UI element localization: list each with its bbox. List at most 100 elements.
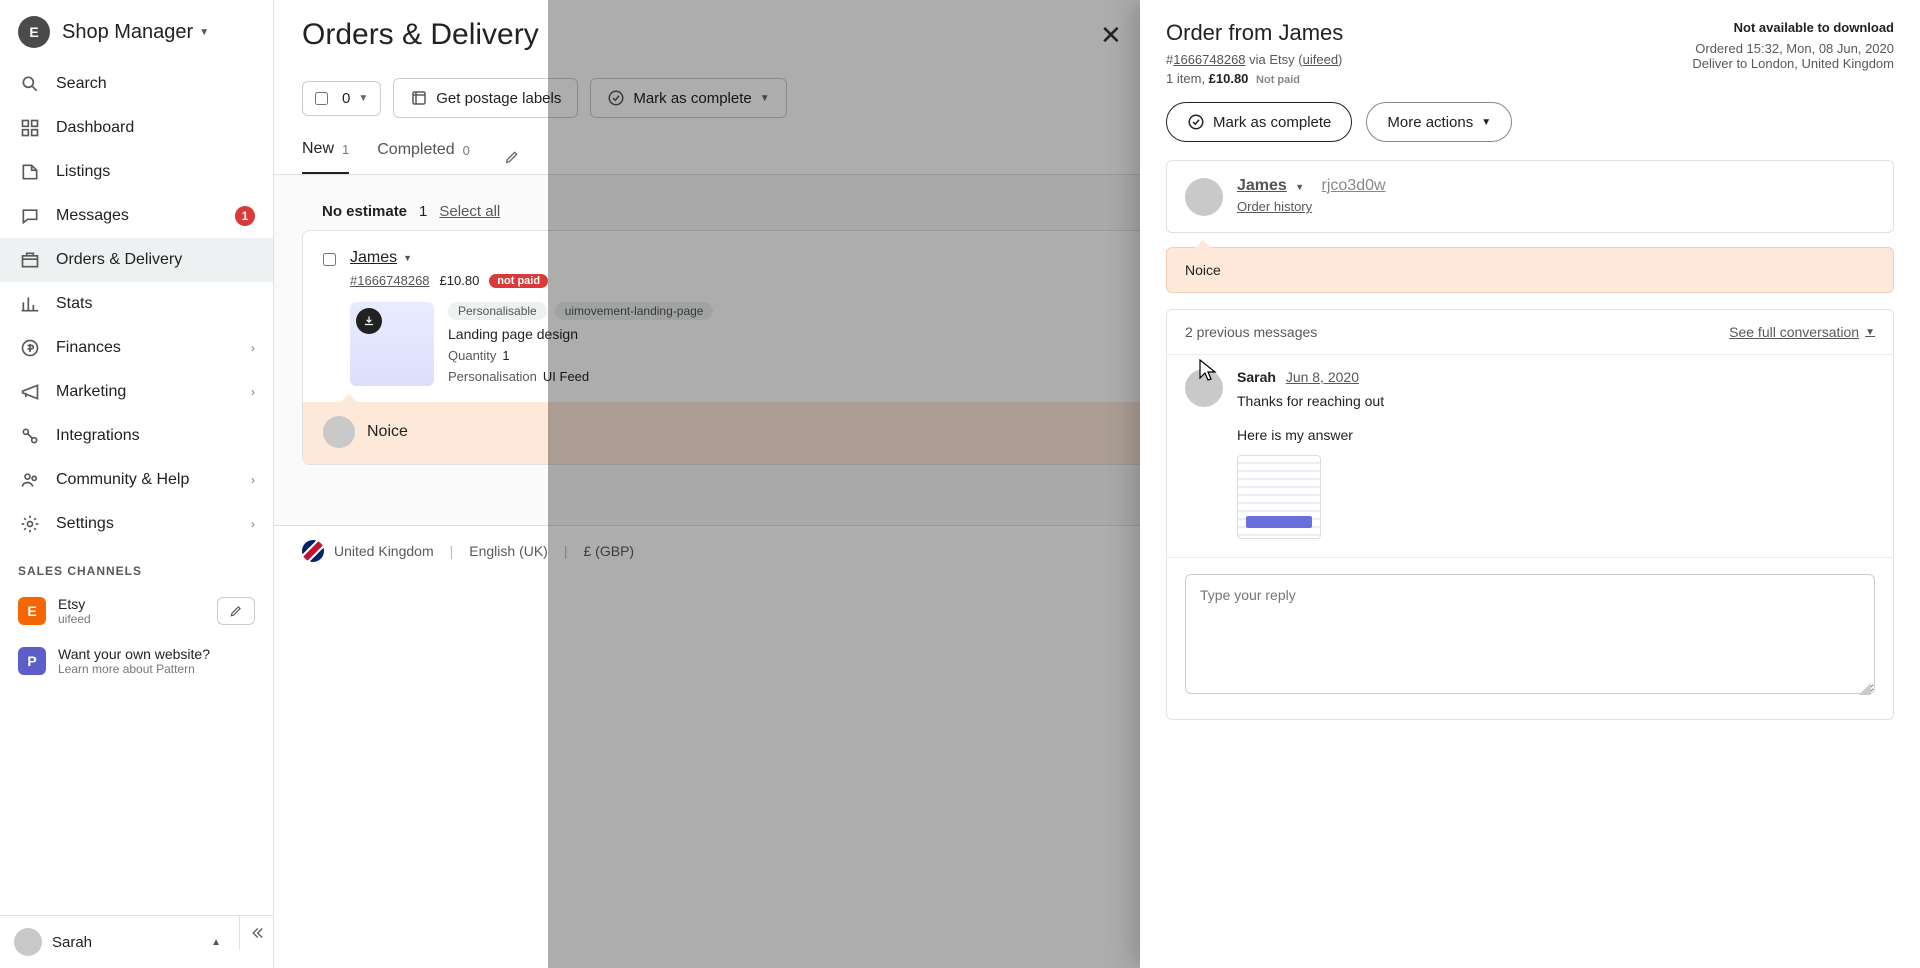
stats-icon [18, 292, 42, 316]
shop-link[interactable]: uifeed [1303, 52, 1338, 67]
sidebar-item-label: Community & Help [56, 471, 251, 489]
message-line-2: Here is my answer [1237, 427, 1875, 443]
sender-avatar [1185, 369, 1223, 407]
order-detail-drawer: ✕ Order from James #1666748268 via Etsy … [1140, 0, 1920, 968]
user-avatar [14, 928, 42, 956]
sidebar-item-finances[interactable]: Finances › [0, 326, 273, 370]
buyer-name-link[interactable]: James [1237, 177, 1287, 194]
sidebar: E Shop Manager ▼ Search Dashboard Listin… [0, 0, 274, 968]
close-drawer-button[interactable]: ✕ [1100, 20, 1128, 48]
sidebar-item-label: Dashboard [56, 119, 255, 137]
chevron-right-icon: › [251, 385, 255, 399]
chevron-up-icon: ▲ [211, 937, 221, 948]
message-line-1: Thanks for reaching out [1237, 393, 1875, 409]
item-thumbnail[interactable] [350, 302, 434, 386]
buyer-panel: James ▼ rjco3d0w Order history [1166, 160, 1894, 233]
tab-label: Completed [377, 141, 454, 159]
select-all-dropdown[interactable]: 0 ▼ [302, 81, 381, 116]
tab-completed[interactable]: Completed 0 [377, 141, 470, 173]
messages-icon [18, 204, 42, 228]
search-icon [18, 72, 42, 96]
buyer-avatar [323, 416, 355, 448]
sidebar-item-label: Messages [56, 207, 235, 225]
order-id-link[interactable]: 1666748268 [1173, 52, 1245, 67]
footer-region[interactable]: United Kingdom [334, 543, 434, 559]
sidebar-item-search[interactable]: Search [0, 62, 273, 106]
previous-messages-count: 2 previous messages [1185, 324, 1317, 340]
sender-name: Sarah [1237, 369, 1276, 385]
etsy-square-icon: E [18, 597, 46, 625]
channel-etsy[interactable]: E Etsy uifeed [0, 586, 273, 636]
edit-tabs-button[interactable] [504, 149, 520, 165]
sidebar-item-label: Integrations [56, 427, 255, 445]
link-label: See full conversation [1729, 324, 1859, 340]
via-text: via Etsy ( [1246, 52, 1303, 67]
buyer-avatar [1185, 178, 1223, 216]
pers-label: Personalisation [448, 369, 537, 384]
not-paid-text: Not paid [1256, 74, 1300, 86]
group-count: 1 [419, 203, 427, 220]
selected-count: 0 [342, 90, 350, 107]
resize-handle-icon[interactable] [1859, 683, 1871, 695]
button-label: Get postage labels [436, 90, 561, 107]
button-label: Mark as complete [1213, 114, 1331, 131]
footer-language[interactable]: English (UK) [469, 543, 548, 559]
sidebar-item-stats[interactable]: Stats [0, 282, 273, 326]
sidebar-item-listings[interactable]: Listings [0, 150, 273, 194]
channel-name: Etsy [58, 596, 91, 612]
tab-count: 1 [342, 142, 349, 157]
community-icon [18, 468, 42, 492]
chip-personalisable: Personalisable [448, 302, 547, 320]
collapse-sidebar-button[interactable] [239, 916, 273, 950]
buyer-handle-link[interactable]: rjco3d0w [1322, 177, 1386, 194]
sidebar-item-label: Search [56, 75, 255, 93]
chevron-down-icon: ▼ [403, 253, 412, 263]
orders-icon [18, 248, 42, 272]
select-all-checkbox[interactable] [315, 92, 328, 105]
tab-new[interactable]: New 1 [302, 140, 349, 174]
message-date-link[interactable]: Jun 8, 2020 [1286, 369, 1359, 385]
reply-textarea[interactable] [1185, 574, 1875, 694]
chevron-down-icon: ▼ [1481, 117, 1491, 128]
message-attachment-thumbnail[interactable] [1237, 455, 1321, 539]
settings-icon [18, 512, 42, 536]
note-text: Noice [1185, 262, 1221, 278]
buyer-note-banner: Noice [1166, 247, 1894, 293]
paren-close: ) [1338, 52, 1342, 67]
order-number-link[interactable]: #1666748268 [350, 273, 430, 288]
sales-channels-header: SALES CHANNELS [0, 546, 273, 586]
sidebar-item-orders[interactable]: Orders & Delivery [0, 238, 273, 282]
dashboard-icon [18, 116, 42, 140]
sidebar-item-integrations[interactable]: Integrations [0, 414, 273, 458]
download-icon [356, 308, 382, 334]
chevron-down-icon: ▼ [358, 93, 368, 104]
pattern-subline: Learn more about Pattern [58, 662, 210, 676]
not-downloadable-label: Not available to download [1692, 20, 1894, 35]
not-paid-badge: not paid [489, 274, 548, 288]
shop-avatar: E [18, 16, 50, 48]
shop-switcher[interactable]: E Shop Manager ▼ [0, 0, 273, 62]
sidebar-item-messages[interactable]: Messages 1 [0, 194, 273, 238]
sidebar-item-dashboard[interactable]: Dashboard [0, 106, 273, 150]
sidebar-nav: Search Dashboard Listings Messages 1 Ord… [0, 62, 273, 915]
button-label: More actions [1387, 114, 1473, 131]
channel-pattern[interactable]: P Want your own website? Learn more abou… [0, 636, 273, 686]
sidebar-item-label: Orders & Delivery [56, 251, 255, 269]
sidebar-item-community[interactable]: Community & Help › [0, 458, 273, 502]
user-name[interactable]: Sarah [52, 934, 211, 951]
see-full-conversation-link[interactable]: See full conversation ▼ [1729, 324, 1875, 340]
chevron-right-icon: › [251, 473, 255, 487]
tab-label: New [302, 140, 334, 158]
qty-label: Quantity [448, 348, 496, 363]
select-all-link[interactable]: Select all [439, 203, 500, 220]
sidebar-item-settings[interactable]: Settings › [0, 502, 273, 546]
sidebar-item-marketing[interactable]: Marketing › [0, 370, 273, 414]
edit-channel-button[interactable] [217, 597, 255, 625]
order-history-link[interactable]: Order history [1237, 199, 1312, 214]
finances-icon [18, 336, 42, 360]
more-actions-pill[interactable]: More actions ▼ [1366, 102, 1512, 142]
order-price: £10.80 [440, 273, 480, 288]
pattern-headline: Want your own website? [58, 646, 210, 662]
order-checkbox[interactable] [323, 253, 336, 266]
mark-complete-pill[interactable]: Mark as complete [1166, 102, 1352, 142]
